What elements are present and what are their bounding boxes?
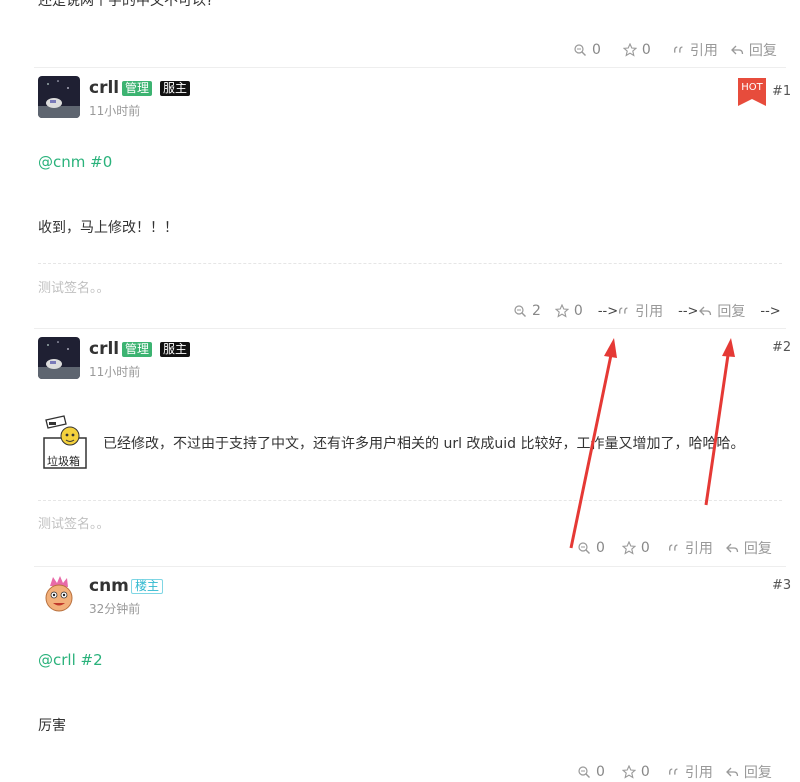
view-icon [577,765,591,779]
annotation-arrowhead [722,338,735,357]
post-time: 32分钟前 [89,602,141,616]
view-icon [573,43,587,57]
reply-icon [725,541,739,555]
star-button[interactable]: 0 [555,303,583,319]
post-content: 已经修改，不过由于支持了中文，还有许多用户相关的 url 改成uid 比较好，工… [103,436,745,452]
divider [34,566,786,567]
signature-divider [38,500,782,501]
post-actions: 0 0 引用 回复 [573,40,777,60]
avatar-image [38,574,80,616]
views-stat[interactable]: 0 [577,540,605,556]
views-stat[interactable]: 2 [513,303,541,319]
quote-button[interactable]: 引用 [668,762,713,782]
signature-divider [38,263,782,264]
post-content: 厉害 [38,718,66,734]
view-icon [577,541,591,555]
reply-icon [730,43,744,57]
owner-badge: 服主 [160,342,191,357]
star-icon [555,304,569,318]
avatar[interactable] [38,76,80,118]
annotation-arrowhead [604,338,617,358]
star-icon [623,43,637,57]
views-stat[interactable]: 0 [577,764,605,780]
reply-button[interactable]: 回复 [698,301,745,321]
quote-icon [618,304,630,318]
previous-post-text: 还是说网个字的中文不可以? [38,0,214,9]
post-actions: 0 0 引用 回复 [577,762,772,782]
mention-link[interactable]: @crll #2 [38,651,103,669]
op-badge: 楼主 [131,579,164,594]
views-stat[interactable]: 0 [573,42,601,58]
star-button[interactable]: 0 [623,42,651,58]
username[interactable]: cnm [89,576,129,596]
avatar[interactable] [38,574,80,616]
arrow-text: --> [678,303,699,319]
floor-number[interactable]: #2 [772,340,791,355]
reply-icon [725,765,739,779]
quote-icon [673,43,685,57]
sticker-image: 垃圾箱 [40,414,90,470]
mention-link[interactable]: @cnm #0 [38,153,112,171]
signature: 测试签名。。 [38,281,110,296]
star-button[interactable]: 0 [622,540,650,556]
post-time: 11小时前 [89,365,141,379]
avatar-image [38,337,80,379]
signature: 测试签名。。 [38,517,110,532]
quote-icon [668,541,680,555]
divider [34,328,786,329]
arrow-text: --> [597,303,619,319]
hot-badge: HOT [738,78,766,106]
owner-badge: 服主 [160,81,191,96]
reply-button[interactable]: 回复 [730,40,777,60]
username[interactable]: crll [89,78,119,98]
reply-button[interactable]: 回复 [725,538,772,558]
quote-button[interactable]: 引用 [673,40,718,60]
arrow-text: --> [760,303,781,319]
avatar-image [38,76,80,118]
floor-number[interactable]: #1 [772,84,791,99]
username[interactable]: crll [89,339,119,359]
star-icon [622,765,636,779]
admin-badge: 管理 [122,342,153,357]
star-button[interactable]: 0 [622,764,650,780]
admin-badge: 管理 [122,81,153,96]
quote-button[interactable]: 引用 [668,538,713,558]
post-actions: 0 0 引用 回复 [577,538,772,558]
annotation-arrow [704,354,730,506]
quote-button[interactable]: 引用 [618,301,663,321]
star-icon [622,541,636,555]
divider [34,67,786,68]
post-content: 收到，马上修改！！！ [38,220,178,236]
floor-number[interactable]: #3 [772,578,791,593]
post-actions: 2 0 --> 引用 --> 回复 --> [513,301,781,321]
quote-icon [668,765,680,779]
post-time: 11小时前 [89,104,141,118]
reply-icon [698,304,712,318]
reply-button[interactable]: 回复 [725,762,772,782]
view-icon [513,304,527,318]
avatar[interactable] [38,337,80,379]
